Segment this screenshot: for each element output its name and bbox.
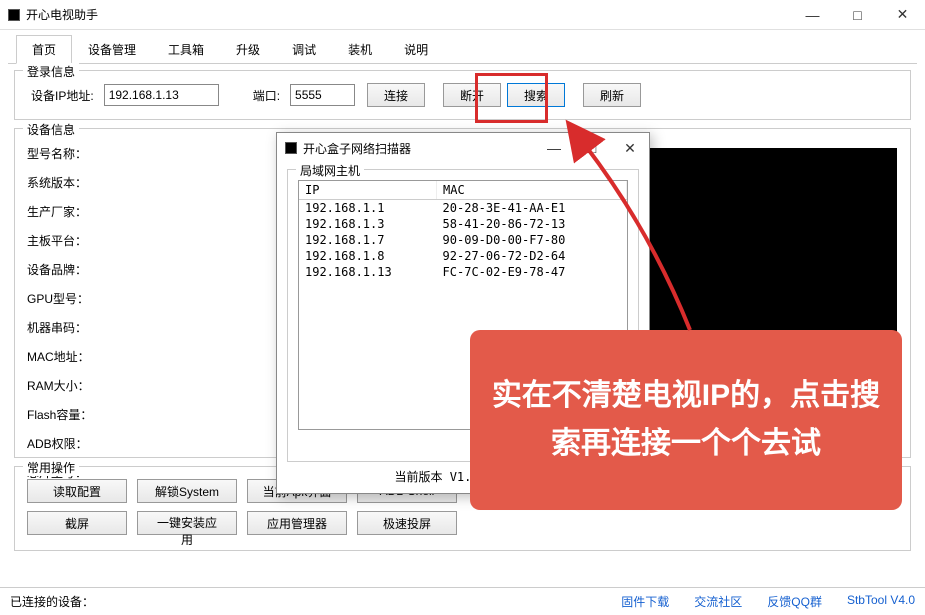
host-mac: FC-7C-02-E9-78-47 (437, 264, 627, 280)
login-legend: 登录信息 (23, 63, 79, 80)
ip-input[interactable] (104, 84, 219, 106)
host-ip: 192.168.1.7 (299, 232, 437, 248)
annotation-callout: 实在不清楚电视IP的，点击搜索再连接一个个去试 (470, 330, 902, 510)
refresh-button[interactable]: 刷新 (583, 83, 641, 107)
host-ip: 192.168.1.3 (299, 216, 437, 232)
col-ip[interactable]: IP (299, 181, 437, 200)
host-mac: 90-09-D0-00-F7-80 (437, 232, 627, 248)
host-mac: 58-41-20-86-72-13 (437, 216, 627, 232)
host-ip: 192.168.1.1 (299, 200, 437, 217)
link-community[interactable]: 交流社区 (694, 593, 742, 610)
status-connected: 已连接的设备： (10, 593, 621, 610)
link-firmware[interactable]: 固件下载 (621, 593, 669, 610)
login-fieldset: 登录信息 设备IP地址: 端口: 连接 断开 搜索 刷新 (14, 70, 911, 120)
tab-upgrade[interactable]: 升级 (220, 35, 276, 64)
maximize-button[interactable]: □ (835, 0, 880, 30)
read-config-button[interactable]: 读取配置 (27, 479, 127, 503)
screenshot-button[interactable]: 截屏 (27, 511, 127, 535)
lan-legend: 局域网主机 (296, 162, 364, 179)
install-apk-button[interactable]: 一键安装应用 (137, 511, 237, 535)
link-qq[interactable]: 反馈QQ群 (767, 593, 822, 610)
tab-install[interactable]: 装机 (332, 35, 388, 64)
scanner-title: 开心盒子网络扫描器 (303, 140, 535, 157)
port-input[interactable] (290, 84, 355, 106)
host-row[interactable]: 192.168.1.358-41-20-86-72-13 (299, 216, 627, 232)
annotation-text: 实在不清楚电视IP的，点击搜索再连接一个个去试 (480, 372, 892, 468)
host-row[interactable]: 192.168.1.790-09-D0-00-F7-80 (299, 232, 627, 248)
port-label: 端口: (253, 87, 280, 104)
tab-bar: 首页 设备管理 工具箱 升级 调试 装机 说明 (8, 34, 917, 64)
disconnect-button[interactable]: 断开 (443, 83, 501, 107)
link-version[interactable]: StbTool V4.0 (847, 593, 915, 610)
host-mac: 20-28-3E-41-AA-E1 (437, 200, 627, 217)
ops-legend: 常用操作 (23, 459, 79, 476)
connect-button[interactable]: 连接 (367, 83, 425, 107)
device-legend: 设备信息 (23, 121, 79, 138)
scanner-titlebar[interactable]: 开心盒子网络扫描器 — □ ✕ (277, 133, 649, 163)
tab-device-manage[interactable]: 设备管理 (72, 35, 152, 64)
titlebar: 开心电视助手 — □ ✕ (0, 0, 925, 30)
window-title: 开心电视助手 (26, 6, 790, 23)
search-button[interactable]: 搜索 (507, 83, 565, 107)
status-bar: 已连接的设备： 固件下载 交流社区 反馈QQ群 StbTool V4.0 (0, 587, 925, 615)
app-icon (8, 9, 20, 21)
ip-label: 设备IP地址: (31, 87, 94, 104)
tab-debug[interactable]: 调试 (276, 35, 332, 64)
host-ip: 192.168.1.8 (299, 248, 437, 264)
host-row[interactable]: 192.168.1.892-27-06-72-D2-64 (299, 248, 627, 264)
unlock-system-button[interactable]: 解锁System (137, 479, 237, 503)
app-manager-button[interactable]: 应用管理器 (247, 511, 347, 535)
minimize-button[interactable]: — (790, 0, 835, 30)
scanner-app-icon (285, 142, 297, 154)
screen-preview (642, 148, 897, 340)
host-row[interactable]: 192.168.1.13FC-7C-02-E9-78-47 (299, 264, 627, 280)
window-controls: — □ ✕ (790, 0, 925, 30)
close-button[interactable]: ✕ (880, 0, 925, 30)
host-ip: 192.168.1.13 (299, 264, 437, 280)
col-mac[interactable]: MAC (437, 181, 627, 200)
tab-home[interactable]: 首页 (16, 35, 72, 64)
host-mac: 92-27-06-72-D2-64 (437, 248, 627, 264)
scanner-minimize-button[interactable]: — (535, 133, 573, 163)
scanner-close-button[interactable]: ✕ (611, 133, 649, 163)
tab-help[interactable]: 说明 (388, 35, 444, 64)
scanner-maximize-button[interactable]: □ (573, 133, 611, 163)
tab-toolbox[interactable]: 工具箱 (152, 35, 220, 64)
cast-button[interactable]: 极速投屏 (357, 511, 457, 535)
host-row[interactable]: 192.168.1.120-28-3E-41-AA-E1 (299, 200, 627, 217)
